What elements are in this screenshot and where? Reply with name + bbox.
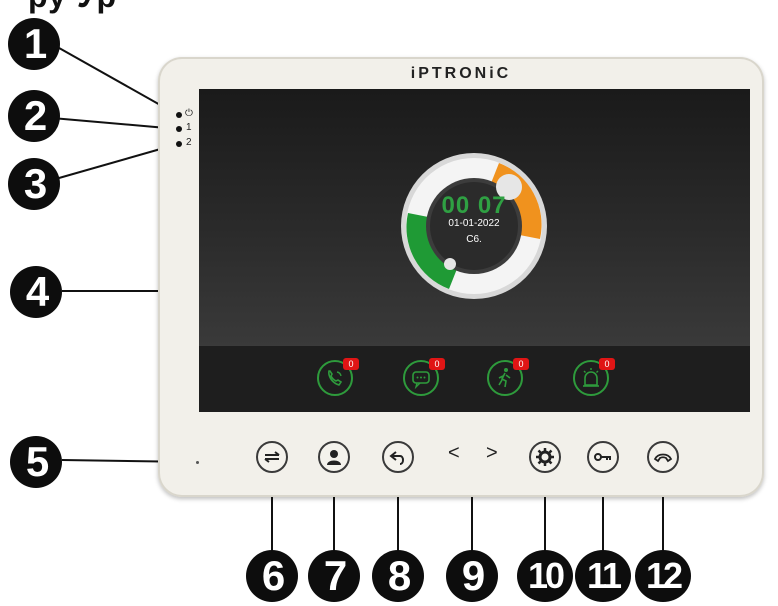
callout-5: 5: [10, 436, 62, 488]
hangup-icon: [653, 453, 673, 463]
user-icon: [327, 450, 341, 465]
callout-12: 12: [635, 550, 691, 602]
callout-11: 11: [575, 550, 631, 602]
display-screen: 00 07 01-01-2022 C6. 0 0 0 0: [199, 89, 750, 412]
callout-3: 3: [8, 158, 60, 210]
contacts-button[interactable]: [318, 441, 350, 473]
callout-9: 9: [446, 550, 498, 602]
clock-weekday: C6.: [466, 234, 482, 245]
back-button[interactable]: [382, 441, 414, 473]
led-2-label: 2: [186, 137, 192, 148]
gear-icon: [536, 448, 554, 466]
led-2: [176, 141, 182, 147]
status-bar: 0 0 0 0: [199, 345, 750, 412]
callout-7: 7: [308, 550, 360, 602]
motion-button[interactable]: 0: [487, 358, 529, 396]
missed-calls-badge: 0: [343, 358, 359, 370]
alarm-button[interactable]: 0: [573, 358, 615, 396]
microphone: [196, 461, 199, 464]
callout-8: 8: [372, 550, 424, 602]
led-1-label: 1: [186, 122, 192, 133]
back-arrow-icon: [389, 451, 404, 465]
nav-left-arrow[interactable]: <: [448, 442, 460, 465]
led-1: [176, 126, 182, 132]
missed-calls-button[interactable]: 0: [317, 358, 359, 396]
heading-fragment: ру Ур: [28, 0, 117, 15]
nav-right-arrow[interactable]: >: [486, 442, 498, 465]
power-led-label: ⏻: [185, 108, 193, 119]
callout-2: 2: [8, 90, 60, 142]
clock-time: 00 07: [441, 192, 507, 219]
alarm-badge: 0: [599, 358, 615, 370]
callout-1: 1: [8, 18, 60, 70]
callout-4: 4: [10, 266, 62, 318]
hangup-button[interactable]: [647, 441, 679, 473]
intercom-monitor: iPTRONiC ⏻ 1 2 00 07 01-01-2022 C6. 0 0 …: [158, 57, 764, 497]
unlock-button[interactable]: [587, 441, 619, 473]
power-led: [176, 112, 182, 118]
motion-badge: 0: [513, 358, 529, 370]
brand-logo: iPTRONiC: [410, 65, 512, 82]
messages-badge: 0: [429, 358, 445, 370]
switch-arrows-icon: [264, 451, 280, 463]
callout-6: 6: [246, 550, 298, 602]
messages-button[interactable]: 0: [403, 358, 445, 396]
settings-button[interactable]: [529, 441, 561, 473]
key-icon: [594, 453, 611, 461]
clock-date: 01-01-2022: [448, 218, 500, 229]
switch-button[interactable]: [256, 441, 288, 473]
callout-10: 10: [517, 550, 573, 602]
